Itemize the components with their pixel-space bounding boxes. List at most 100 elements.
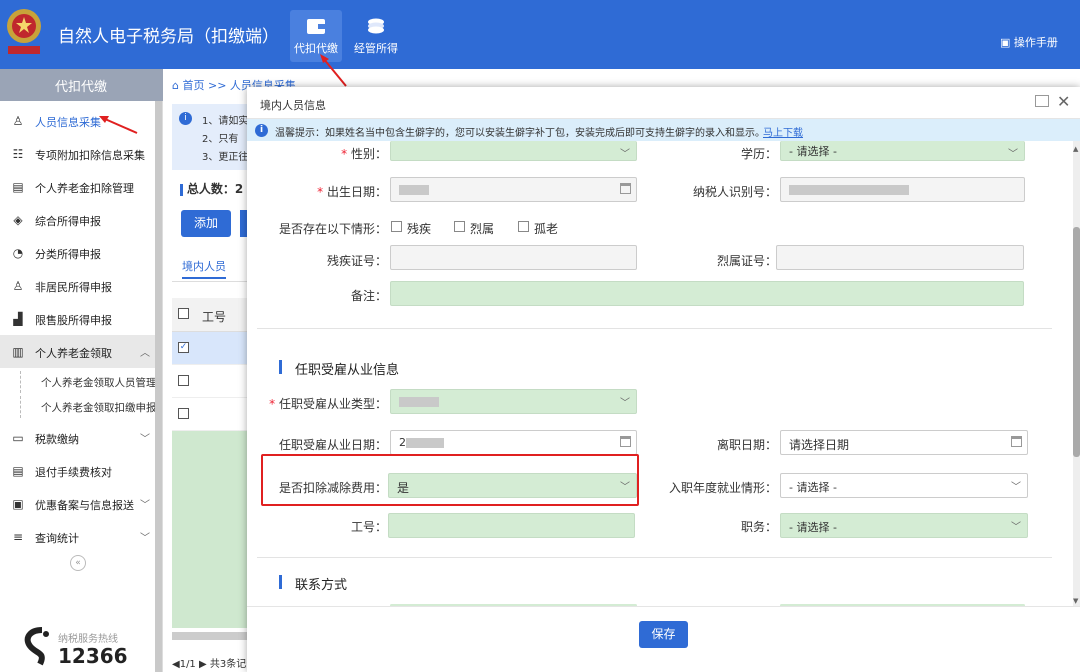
employment-type-label: * 任职受雇从业类型： [269,397,387,411]
app-title: 自然人电子税务局（扣缴端） [58,27,279,47]
select-all-checkbox[interactable] [178,308,189,319]
martyr-cert-input[interactable] [776,245,1024,270]
pager-prev-icon[interactable]: ◀ [172,659,180,670]
employment-date-input[interactable]: 2 [390,430,637,455]
sidebar-item-label: 非居民所得申报 [35,281,112,294]
job-no-input[interactable] [388,513,635,538]
add-button[interactable]: 添加 [181,210,231,237]
section-title-contact: 联系方式 [295,578,348,593]
disability-cert-input[interactable] [390,245,637,270]
orphan-elder-checkbox[interactable] [518,221,529,232]
education-value: - 请选择 - [789,145,837,158]
sidebar-header-label: 代扣代缴 [55,80,108,95]
sidebar-item-restricted-shares[interactable]: ▟ 限售股所得申报 [0,302,155,335]
sidebar-subitem-label: 个人养老金领取扣缴申报 [41,402,155,414]
hotline-number: 12366 [58,644,128,668]
menu-business-income[interactable]: 经管所得 [350,10,402,62]
folder-doc-icon: ▣ [12,497,24,511]
row-checkbox[interactable]: ✓ [178,342,189,353]
sidebar-item-pension-withdrawal[interactable]: ▥ 个人养老金领取 ︿ [0,335,155,368]
sidebar-item-label: 个人养老金领取 [35,347,112,360]
sidebar-item-refund-fee[interactable]: ▤ 退付手续费核对 [0,454,155,487]
note-line: 2、只有 [202,134,239,145]
table-row[interactable] [172,398,252,431]
entry-year-label: 入职年度就业情形： [668,481,777,495]
sidebar-header: 代扣代缴 [0,69,163,101]
sidebar-item-tax-payment[interactable]: ▭ 税款缴纳 ﹀ [0,421,155,454]
leave-date-label: 离职日期： [716,438,777,452]
martyr-checkbox[interactable] [454,221,465,232]
collapse-sidebar-icon[interactable]: « [70,555,86,571]
taxid-label: 纳税人识别号： [692,185,777,199]
dialog-title: 境内人员信息 [260,99,326,112]
sidebar-item-comprehensive-income[interactable]: ◈ 综合所得申报 [0,203,155,236]
sidebar-subitem-pension-declaration[interactable]: 个人养老金领取扣缴申报 [20,396,155,418]
position-label: 职务： [740,520,777,534]
dialog-scrollbar-thumb[interactable] [1073,227,1080,457]
sidebar-item-pension-deduction[interactable]: ▤ 个人养老金扣除管理 [0,170,155,203]
employment-type-select[interactable]: ﹀ [390,389,637,414]
scroll-down-icon[interactable]: ▼ [1073,597,1078,605]
education-select[interactable]: - 请选择 - ﹀ [780,141,1025,161]
tax-emblem-logo [4,6,44,56]
close-icon[interactable]: ✕ [1057,92,1070,111]
tab-domestic-personnel[interactable]: 境内人员 [182,258,226,279]
disability-checkbox[interactable] [391,221,402,232]
birthdate-label: * 出生日期： [317,185,387,199]
birthdate-input[interactable] [390,177,637,202]
gender-select[interactable]: ﹀ [390,141,637,161]
sidebar-item-label: 优惠备案与信息报送 [35,499,134,512]
total-count-text: 总人数：2 [186,182,244,196]
row-checkbox[interactable] [178,375,189,386]
sidebar-item-classified-income[interactable]: ◔ 分类所得申报 [0,236,155,269]
hotline-label: 纳税服务热线 [58,634,118,645]
chevron-down-icon: ﹀ [140,434,150,445]
taxid-input[interactable] [780,177,1025,202]
scroll-up-icon[interactable]: ▲ [1073,145,1078,153]
annotation-arrow-top [320,54,347,87]
section-title-employment: 任职受雇从业信息 [295,363,400,378]
maximize-icon[interactable] [1035,95,1049,107]
sidebar-item-special-deduction[interactable]: ☷ 专项附加扣除信息采集 [0,137,155,170]
phone-hotline-icon [24,627,49,666]
sidebar-item-preferential-filing[interactable]: ▣ 优惠备案与信息报送 ﹀ [0,487,155,520]
sidebar-item-label: 查询统计 [35,532,79,545]
top-header-bar: 自然人电子税务局（扣缴端） 代扣代缴 经管所得 ▣ 操作手册 [0,0,1080,69]
table-hscrollbar[interactable] [172,632,252,640]
chevron-down-icon: ﹀ [1011,482,1021,493]
table-header: 工号 [172,298,252,332]
menu-business-income-label: 经管所得 [354,42,398,55]
sidebar-subitem-pension-personnel[interactable]: 个人养老金领取人员管理 [20,371,155,393]
save-button[interactable]: 保存 [639,621,688,648]
row-checkbox[interactable] [178,408,189,419]
note-line: 3、更正往 [202,152,249,163]
education-label: 学历： [740,147,777,161]
calendar-icon [620,183,631,194]
highlight-box-deduct-expense [261,454,639,506]
window-icon: ▭ [12,431,24,445]
sidebar-item-query-stats[interactable]: ≡ 查询统计 ﹀ [0,520,155,553]
pie-icon: ◔ [12,246,24,260]
book-icon: ▣ [1000,36,1014,49]
section-marker [279,360,282,374]
table-empty-area [172,431,252,628]
remark-input[interactable] [390,281,1024,306]
sidebar-item-nonresident-income[interactable]: ♙ 非居民所得申报 [0,269,155,302]
table-row[interactable] [172,365,252,398]
chevron-down-icon: ﹀ [140,533,150,544]
dialog-header: 境内人员信息 ✕ [247,87,1080,119]
notice-bar: i 温馨提示：如果姓名当中包含生僻字的，您可以安装生僻字补丁包，安装完成后即可支… [247,119,1080,141]
chevron-down-icon: ﹀ [620,398,630,409]
job-no-label: 工号： [350,520,387,534]
employment-date-value: 2 [399,436,406,449]
leave-date-input[interactable]: 请选择日期 [780,430,1028,455]
position-select[interactable]: - 请选择 - ﹀ [780,513,1028,538]
manual-link[interactable]: ▣ 操作手册 [1000,34,1058,50]
table-row[interactable]: ✓ [172,332,252,365]
sidebar-scrollbar[interactable] [155,101,162,672]
entry-year-select[interactable]: - 请选择 - ﹀ [780,473,1028,498]
chevron-down-icon: ﹀ [1008,149,1018,160]
personnel-info-dialog: 境内人员信息 ✕ i 温馨提示：如果姓名当中包含生僻字的，您可以安装生僻字补丁包… [247,87,1080,672]
sidebar-item-label: 综合所得申报 [35,215,101,228]
download-link[interactable]: 马上下载 [763,124,803,139]
